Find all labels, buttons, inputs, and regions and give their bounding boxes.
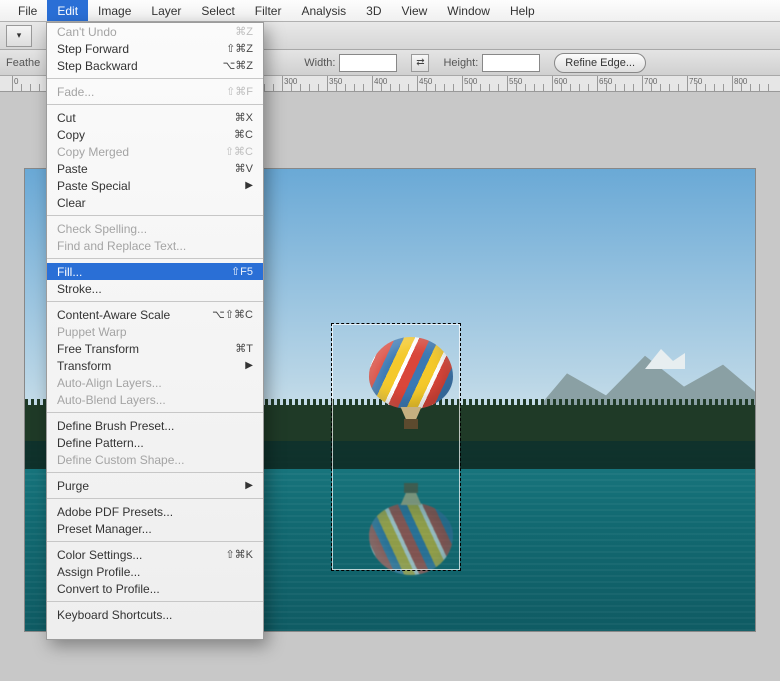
menu-item-color-settings[interactable]: Color Settings... ⇧⌘K (47, 546, 263, 563)
menu-item-shortcut: ⇧⌘Z (226, 42, 253, 55)
menu-item-keyboard-shortcuts[interactable]: Keyboard Shortcuts... (47, 606, 263, 623)
edit-menu-dropdown: Can't Undo ⌘Z Step Forward ⇧⌘Z Step Backward… (46, 22, 264, 640)
menu-item-label: Free Transform (57, 342, 139, 356)
menu-item-label: Stroke... (57, 282, 102, 296)
menu-layer[interactable]: Layer (141, 0, 191, 21)
feather-label: Feathe (6, 57, 40, 69)
menu-item-label: Paste (57, 162, 88, 176)
height-label: Height: (443, 57, 478, 69)
menu-item-label: Find and Replace Text... (57, 239, 186, 253)
menu-item-step-backward[interactable]: Step Backward ⌥⌘Z (47, 57, 263, 74)
menu-item-label: Step Forward (57, 42, 129, 56)
menu-item-label: Step Backward (57, 59, 138, 73)
menu-item-define-custom-shape: Define Custom Shape... (47, 451, 263, 468)
menu-analysis[interactable]: Analysis (291, 0, 356, 21)
menu-item-shortcut: ⇧F5 (231, 265, 253, 278)
menu-item-purge[interactable]: Purge ▶ (47, 477, 263, 494)
menu-item-cut[interactable]: Cut ⌘X (47, 109, 263, 126)
menu-select[interactable]: Select (191, 0, 244, 21)
menu-item-copy-merged: Copy Merged ⇧⌘C (47, 143, 263, 160)
menu-item-content-aware-scale[interactable]: Content-Aware Scale ⌥⇧⌘C (47, 306, 263, 323)
chevron-down-icon: ▾ (17, 30, 22, 41)
menu-item-copy[interactable]: Copy ⌘C (47, 126, 263, 143)
menu-item-find-and-replace-text: Find and Replace Text... (47, 237, 263, 254)
menu-item-label: Fill... (57, 265, 82, 279)
menu-item-shortcut: ⌘T (235, 342, 253, 355)
menu-item-label: Auto-Align Layers... (57, 376, 162, 390)
menu-item-label: Purge (57, 479, 89, 493)
menu-item-label: Define Brush Preset... (57, 419, 174, 433)
width-label: Width: (304, 57, 335, 69)
menu-item-shortcut: ⌘V (235, 162, 253, 175)
width-input[interactable] (339, 54, 397, 72)
menu-item-define-pattern[interactable]: Define Pattern... (47, 434, 263, 451)
menu-item-shortcut: ⇧⌘F (226, 85, 253, 98)
menu-item-label: Check Spelling... (57, 222, 147, 236)
height-input[interactable] (482, 54, 540, 72)
menubar: FileEditImageLayerSelectFilterAnalysis3D… (0, 0, 780, 22)
menu-item-convert-to-profile[interactable]: Convert to Profile... (47, 580, 263, 597)
menu-item-label: Color Settings... (57, 548, 142, 562)
menu-item-auto-blend-layers: Auto-Blend Layers... (47, 391, 263, 408)
menu-item-label: Content-Aware Scale (57, 308, 170, 322)
menu-help[interactable]: Help (500, 0, 545, 21)
menu-item-stroke[interactable]: Stroke... (47, 280, 263, 297)
menu-item-paste-special[interactable]: Paste Special ▶ (47, 177, 263, 194)
menu-item-transform[interactable]: Transform ▶ (47, 357, 263, 374)
menu-item-free-transform[interactable]: Free Transform ⌘T (47, 340, 263, 357)
menu-item-label: Cut (57, 111, 76, 125)
menu-item-adobe-pdf-presets[interactable]: Adobe PDF Presets... (47, 503, 263, 520)
menu-view[interactable]: View (391, 0, 437, 21)
menu-item-paste[interactable]: Paste ⌘V (47, 160, 263, 177)
menu-item-auto-align-layers: Auto-Align Layers... (47, 374, 263, 391)
menu-item-label: Assign Profile... (57, 565, 140, 579)
menu-item-label: Clear (57, 196, 86, 210)
menu-item-puppet-warp: Puppet Warp (47, 323, 263, 340)
menu-item-label: Copy (57, 128, 85, 142)
menu-filter[interactable]: Filter (245, 0, 292, 21)
menu-item-assign-profile[interactable]: Assign Profile... (47, 563, 263, 580)
menu-edit[interactable]: Edit (47, 0, 88, 21)
ruler-tick-label: 0 (14, 77, 18, 86)
menu-3d[interactable]: 3D (356, 0, 391, 21)
menu-item-shortcut: ⌥⌘Z (223, 59, 253, 72)
menu-item-can-t-undo: Can't Undo ⌘Z (47, 23, 263, 40)
menu-item-clear[interactable]: Clear (47, 194, 263, 211)
selection-marquee[interactable] (331, 323, 461, 571)
menu-item-label: Convert to Profile... (57, 582, 160, 596)
menu-item-label: Define Pattern... (57, 436, 144, 450)
menu-item-fill[interactable]: Fill... ⇧F5 (47, 263, 263, 280)
menu-item-label: Define Custom Shape... (57, 453, 184, 467)
menu-item-shortcut: ⇧⌘K (225, 548, 253, 561)
menu-item-shortcut: ⌘X (235, 111, 253, 124)
menu-window[interactable]: Window (437, 0, 500, 21)
menu-item-shortcut: ⇧⌘C (225, 145, 253, 158)
menu-item-shortcut: ⌥⇧⌘C (212, 308, 253, 321)
menu-item-define-brush-preset[interactable]: Define Brush Preset... (47, 417, 263, 434)
menu-item-preset-manager[interactable]: Preset Manager... (47, 520, 263, 537)
menu-item-check-spelling: Check Spelling... (47, 220, 263, 237)
tool-preset-picker[interactable]: ▾ (6, 25, 32, 47)
submenu-arrow-icon: ▶ (245, 360, 253, 371)
menu-item-shortcut: ⌘Z (235, 25, 253, 38)
menu-item-fade: Fade... ⇧⌘F (47, 83, 263, 100)
refine-edge-button[interactable]: Refine Edge... (554, 53, 646, 73)
menu-item-label: Adobe PDF Presets... (57, 505, 173, 519)
menu-item-label: Preset Manager... (57, 522, 152, 536)
menu-item-label: Can't Undo (57, 25, 117, 39)
menu-item-label: Transform (57, 359, 111, 373)
swap-dimensions-icon[interactable]: ⇄ (411, 54, 429, 72)
menu-item-label: Paste Special (57, 179, 130, 193)
menu-item-label: Puppet Warp (57, 325, 127, 339)
menu-image[interactable]: Image (88, 0, 141, 21)
menu-item-label: Auto-Blend Layers... (57, 393, 166, 407)
menu-item-label: Fade... (57, 85, 94, 99)
menu-item-label: Keyboard Shortcuts... (57, 608, 172, 622)
menu-item-shortcut: ⌘C (234, 128, 253, 141)
submenu-arrow-icon: ▶ (245, 480, 253, 491)
menu-item-step-forward[interactable]: Step Forward ⇧⌘Z (47, 40, 263, 57)
menu-file[interactable]: File (8, 0, 47, 21)
submenu-arrow-icon: ▶ (245, 180, 253, 191)
menu-item-label: Copy Merged (57, 145, 129, 159)
